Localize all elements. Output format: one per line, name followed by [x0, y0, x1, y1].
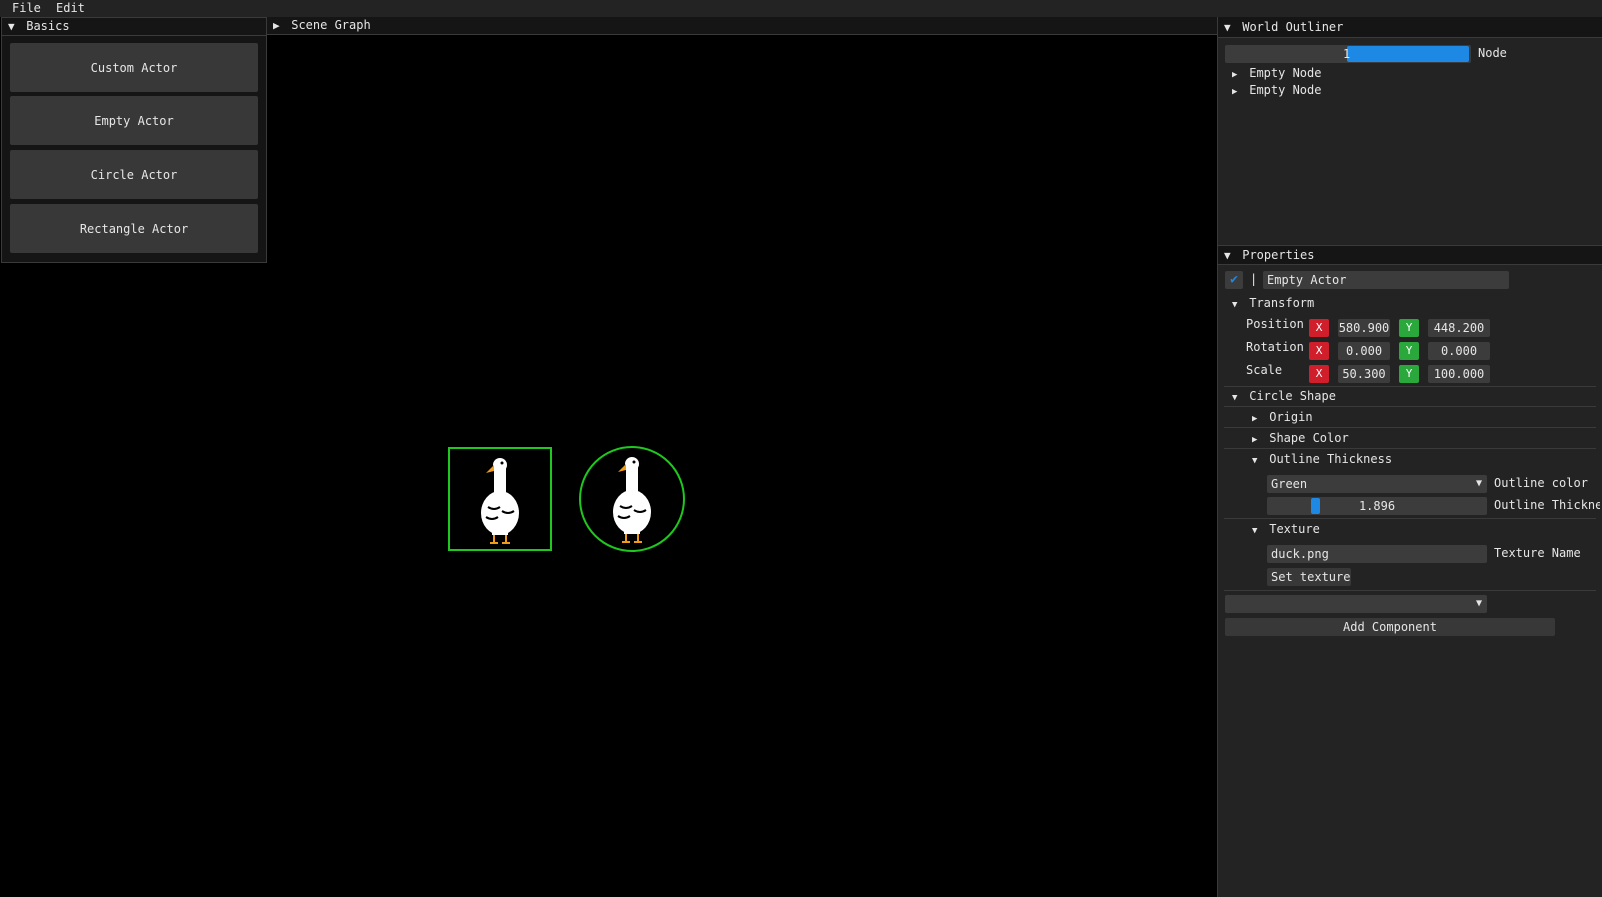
scale-x-axis: X [1309, 365, 1329, 383]
outline-color-value: Green [1271, 477, 1308, 491]
slider-grab[interactable] [1311, 498, 1320, 514]
outliner-node[interactable]: ▶ Empty Node [1232, 66, 1321, 80]
custom-actor-button[interactable]: Custom Actor [10, 43, 258, 92]
separator-text: | [1250, 272, 1258, 286]
divider [1224, 590, 1596, 591]
rectangle-actor-button[interactable]: Rectangle Actor [10, 204, 258, 253]
right-panel: ▼ World Outliner 1 Node ▶ Empty Node ▶ E… [1217, 17, 1602, 897]
shape-color-header[interactable]: ▶ Shape Color [1252, 431, 1349, 445]
position-x-input[interactable]: 580.900 [1338, 319, 1390, 337]
properties-title: Properties [1242, 248, 1315, 262]
collapse-arrow-icon[interactable]: ▼ [1252, 526, 1262, 536]
collapse-arrow-icon[interactable]: ▼ [1252, 456, 1262, 466]
rotation-x-input[interactable]: 0.000 [1338, 342, 1390, 360]
divider [1224, 406, 1596, 407]
scene-graph-title-bar[interactable]: ▶ Scene Graph [267, 17, 1217, 35]
rotation-x-axis: X [1309, 342, 1329, 360]
position-y-axis: Y [1399, 319, 1419, 337]
rotation-label: Rotation [1246, 340, 1304, 354]
duck-sprite-icon [481, 458, 519, 544]
check-icon: ✔ [1230, 272, 1238, 287]
texture-name-input[interactable]: duck.png [1267, 545, 1487, 563]
actor-enabled-checkbox[interactable]: ✔ [1225, 271, 1243, 289]
origin-header[interactable]: ▶ Origin [1252, 410, 1313, 424]
position-label: Position [1246, 317, 1304, 331]
outline-thickness-value: 1.896 [1358, 499, 1396, 513]
actor-name-input[interactable]: Empty Actor [1263, 271, 1509, 289]
rectangle-actor[interactable] [448, 447, 552, 551]
menu-bar: File Edit [0, 0, 1602, 17]
basics-window: ▼ Basics Custom Actor Empty Actor Circle… [1, 17, 267, 263]
dropdown-arrow-icon: ▼ [1475, 478, 1482, 489]
expand-arrow-icon[interactable]: ▶ [1252, 414, 1262, 424]
collapse-triangle-icon[interactable]: ▼ [1224, 247, 1235, 265]
transform-header[interactable]: ▼ Transform [1232, 296, 1314, 310]
outline-thickness-header[interactable]: ▼ Outline Thickness [1252, 452, 1392, 466]
expand-arrow-icon[interactable]: ▶ [1232, 70, 1242, 80]
scene-graph-title: Scene Graph [291, 18, 371, 32]
basics-title-bar[interactable]: ▼ Basics [2, 18, 266, 36]
divider [1224, 448, 1596, 449]
empty-actor-button[interactable]: Empty Actor [10, 96, 258, 145]
outline-color-label: Outline color [1494, 476, 1588, 490]
scale-y-axis: Y [1399, 365, 1419, 383]
circle-actor-button[interactable]: Circle Actor [10, 150, 258, 199]
circle-actor[interactable] [579, 446, 685, 552]
node-count-slider[interactable]: 1 [1225, 45, 1471, 63]
rotation-y-axis: Y [1399, 342, 1419, 360]
expand-arrow-icon[interactable]: ▶ [1232, 87, 1242, 97]
rotation-y-input[interactable]: 0.000 [1428, 342, 1490, 360]
basics-title: Basics [26, 19, 70, 33]
position-y-input[interactable]: 448.200 [1428, 319, 1490, 337]
duck-sprite-icon [613, 457, 651, 543]
texture-name-label: Texture Name [1494, 546, 1581, 560]
scale-y-input[interactable]: 100.000 [1428, 365, 1490, 383]
component-type-select[interactable]: ▼ [1225, 595, 1487, 613]
divider [1224, 427, 1596, 428]
scale-label: Scale [1246, 363, 1283, 377]
texture-header[interactable]: ▼ Texture [1252, 522, 1320, 536]
properties-window: ▼ Properties ✔ | Empty Actor ▼ Transform… [1218, 245, 1602, 897]
menu-edit[interactable]: Edit [56, 1, 85, 15]
outliner-node[interactable]: ▶ Empty Node [1232, 83, 1321, 97]
position-x-axis: X [1309, 319, 1329, 337]
node-count-value: 1 [1343, 47, 1351, 61]
world-outliner-title: World Outliner [1242, 20, 1344, 34]
collapse-triangle-icon[interactable]: ▼ [8, 18, 19, 35]
collapse-arrow-icon[interactable]: ▼ [1232, 300, 1242, 310]
node-label: Node [1478, 46, 1507, 60]
divider [1224, 518, 1596, 519]
world-outliner: ▼ World Outliner 1 Node ▶ Empty Node ▶ E… [1218, 17, 1602, 245]
circle-shape-header[interactable]: ▼ Circle Shape [1232, 389, 1336, 403]
add-component-button[interactable]: Add Component [1225, 618, 1555, 636]
menu-file[interactable]: File [12, 1, 41, 15]
collapse-triangle-icon[interactable]: ▼ [1224, 18, 1235, 38]
outline-thickness-slider[interactable]: 1.896 [1267, 497, 1487, 515]
outline-thickness-label: Outline Thickness [1494, 498, 1600, 512]
expand-arrow-icon[interactable]: ▶ [1252, 435, 1262, 445]
set-texture-button[interactable]: Set texture [1267, 568, 1351, 586]
slider-fill [1347, 46, 1469, 62]
world-outliner-title-bar[interactable]: ▼ World Outliner [1218, 17, 1602, 38]
scale-x-input[interactable]: 50.300 [1338, 365, 1390, 383]
divider [1224, 386, 1596, 387]
properties-title-bar[interactable]: ▼ Properties [1218, 246, 1602, 265]
expand-triangle-icon[interactable]: ▶ [273, 17, 284, 34]
outline-color-select[interactable]: Green ▼ [1267, 475, 1487, 493]
dropdown-arrow-icon: ▼ [1475, 598, 1482, 609]
collapse-arrow-icon[interactable]: ▼ [1232, 393, 1242, 403]
